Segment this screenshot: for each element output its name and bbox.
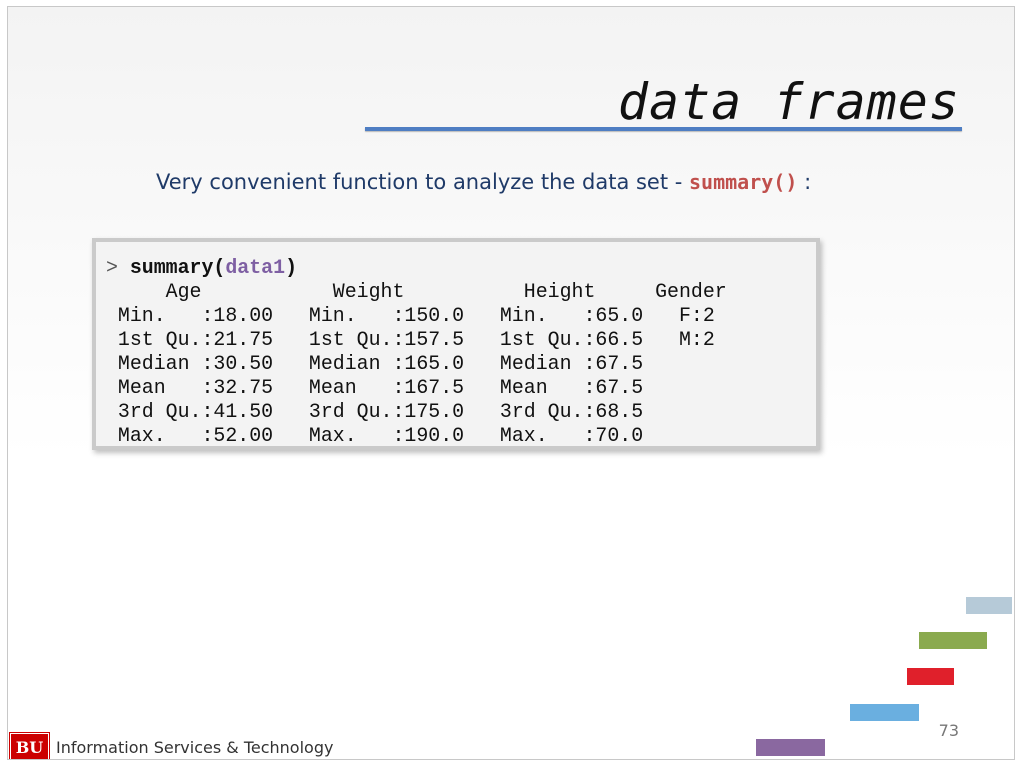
page-number: 73 — [938, 721, 959, 740]
console-command: summary( — [129, 256, 226, 279]
console-output-line: Min. :18.00 Min. :150.0 Min. :65.0 F:2 — [106, 304, 739, 327]
subtitle-suffix: : — [797, 170, 812, 194]
slide-subtitle: Very convenient function to analyze the … — [156, 170, 811, 194]
slide-title: data frames — [617, 73, 960, 131]
footer-org-name: Information Services & Technology — [56, 737, 334, 757]
console-command-line: > summary(data1) — [106, 256, 297, 280]
subtitle-code: summary() — [689, 170, 798, 194]
slide: data frames Very convenient function to … — [7, 6, 1015, 760]
bu-logo: BU — [9, 732, 50, 759]
console-output-line: Age Weight Height Gender — [106, 280, 727, 303]
decorative-bar-purple — [756, 739, 825, 756]
decorative-bar-red — [907, 668, 954, 685]
console-output-line: Median :30.50 Median :165.0 Median :67.5 — [106, 352, 739, 375]
footer: BU Information Services & Technology — [9, 732, 334, 759]
console-output-line: 1st Qu.:21.75 1st Qu.:157.5 1st Qu.:66.5… — [106, 328, 739, 351]
console-prompt: > — [106, 256, 118, 279]
console-argument: data1 — [225, 256, 286, 279]
r-console-output: > summary(data1) Age Weight Height Gende… — [92, 238, 820, 450]
console-output-line: 3rd Qu.:41.50 3rd Qu.:175.0 3rd Qu.:68.5 — [106, 400, 739, 423]
title-underline — [365, 127, 962, 131]
decorative-bar-green — [919, 632, 987, 649]
decorative-bar-blue — [850, 704, 919, 721]
decorative-bar-light-blue — [966, 597, 1012, 614]
console-output-line: Max. :52.00 Max. :190.0 Max. :70.0 — [106, 424, 739, 447]
subtitle-text: Very convenient function to analyze the … — [156, 170, 690, 194]
console-output-line: Mean :32.75 Mean :167.5 Mean :67.5 — [106, 376, 739, 399]
console-command-close: ) — [285, 256, 297, 279]
